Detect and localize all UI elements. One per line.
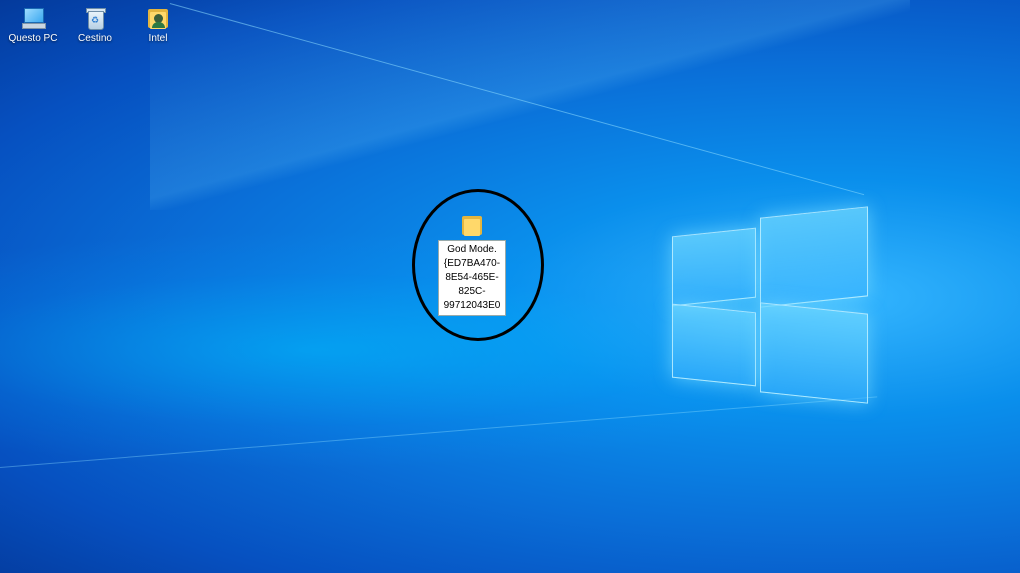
desktop-icon-label: Questo PC — [8, 33, 58, 44]
annotation-circle — [412, 189, 544, 341]
light-line — [169, 3, 865, 196]
logo-pane — [760, 302, 868, 404]
desktop-icon-label: Cestino — [78, 33, 112, 44]
desktop-icon-this-pc[interactable]: Questo PC — [0, 6, 66, 44]
folder-user-icon — [146, 6, 170, 30]
light-line — [0, 396, 878, 468]
desktop-icon-label: Intel — [148, 33, 168, 44]
desktop-icon-intel[interactable]: Intel — [125, 6, 191, 44]
logo-pane — [672, 227, 756, 307]
logo-pane — [672, 303, 756, 387]
desktop-icon-recycle-bin[interactable]: ♻ Cestino — [62, 6, 128, 44]
recycle-bin-icon: ♻ — [83, 6, 107, 30]
logo-pane — [760, 206, 868, 308]
light-beam — [150, 0, 910, 210]
desktop[interactable]: Questo PC ♻ Cestino Intel God Mode. {ED7… — [0, 0, 1020, 573]
windows-logo — [672, 204, 868, 404]
pc-icon — [21, 6, 46, 30]
